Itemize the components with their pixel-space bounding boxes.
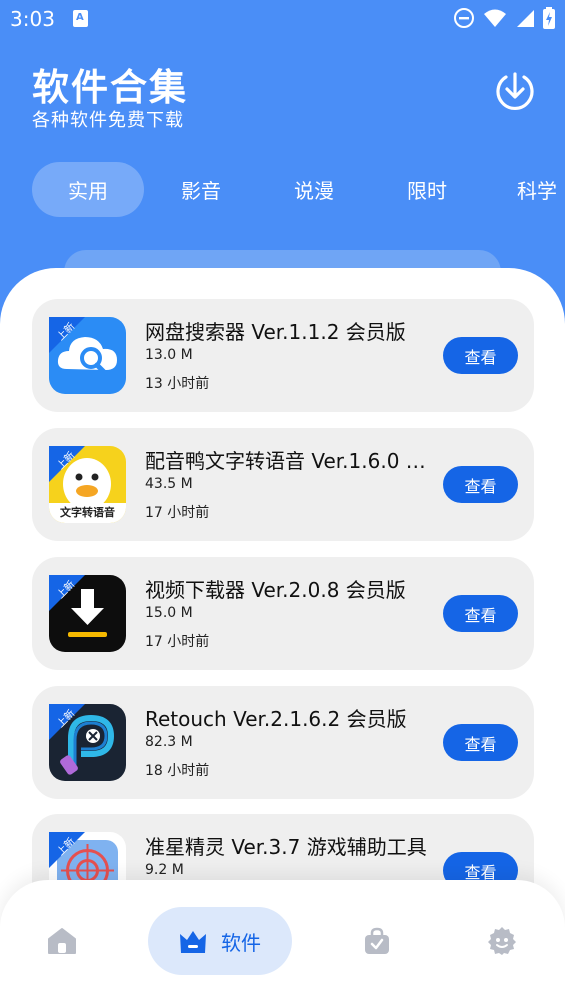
nav-software-label: 软件 xyxy=(221,930,261,955)
signal-icon xyxy=(517,10,534,27)
new-badge-icon: 上新 xyxy=(49,317,85,353)
status-time: 3:03 xyxy=(10,7,55,31)
tab-science[interactable]: 科学 xyxy=(497,162,565,217)
app-updated-time: 17 小时前 xyxy=(145,634,210,650)
battery-icon xyxy=(543,7,555,29)
nav-software[interactable]: 软件 xyxy=(148,907,292,975)
status-bar: 3:03 A xyxy=(0,0,565,38)
app-name: 视频下载器 Ver.2.0.8 会员版 xyxy=(145,578,406,602)
new-badge-icon: 上新 xyxy=(49,704,85,740)
tab-utility[interactable]: 实用 xyxy=(32,162,144,217)
app-updated-time: 17 小时前 xyxy=(145,505,210,521)
app-card[interactable]: 上新 Retouch Ver.2.1.6.2 会员版 82.3 M 18 小时前… xyxy=(32,686,534,799)
icon-caption: 文字转语音 xyxy=(60,506,115,519)
sim-label: A xyxy=(76,12,84,23)
profile-icon xyxy=(488,927,516,955)
app-card[interactable]: 上新 网盘搜索器 Ver.1.1.2 会员版 13.0 M 13 小时前 查看 xyxy=(32,299,534,412)
home-icon xyxy=(48,928,76,954)
app-name: 配音鸭文字转语音 Ver.1.6.0 会员版 xyxy=(145,449,435,473)
app-name: 网盘搜索器 Ver.1.1.2 会员版 xyxy=(145,320,406,344)
new-badge-icon: 上新 xyxy=(49,832,85,868)
crown-icon xyxy=(180,931,206,953)
app-size: 15.0 M xyxy=(145,605,193,621)
status-icons xyxy=(453,7,555,29)
category-tabs: 实用 影音 说漫 限时 科学 xyxy=(0,162,565,217)
page-subtitle: 各种软件免费下载 xyxy=(32,110,184,131)
app-updated-time: 18 小时前 xyxy=(145,763,210,779)
app-updated-time: 13 小时前 xyxy=(145,376,210,392)
new-badge-icon: 上新 xyxy=(49,575,85,611)
app-name: 准星精灵 Ver.3.7 游戏辅助工具 xyxy=(145,835,427,859)
sim-notification-icon: A xyxy=(73,10,88,27)
app-size: 82.3 M xyxy=(145,734,193,750)
nav-store[interactable] xyxy=(345,907,409,975)
app-card[interactable]: 上新 视频下载器 Ver.2.0.8 会员版 15.0 M 17 小时前 查看 xyxy=(32,557,534,670)
download-icon xyxy=(496,72,534,111)
do-not-disturb-icon xyxy=(454,8,474,28)
app-card[interactable]: 文字转语音 上新 配音鸭文字转语音 Ver.1.6.0 会员版 43.5 M 1… xyxy=(32,428,534,541)
view-button[interactable]: 查看 xyxy=(443,595,518,632)
nav-profile[interactable] xyxy=(470,907,534,975)
app-size: 13.0 M xyxy=(145,347,193,363)
tab-media[interactable]: 影音 xyxy=(158,162,244,217)
nav-home[interactable] xyxy=(30,907,94,975)
app-size: 43.5 M xyxy=(145,476,193,492)
view-button[interactable]: 查看 xyxy=(443,724,518,761)
view-button[interactable]: 查看 xyxy=(443,466,518,503)
download-manager-button[interactable] xyxy=(494,70,536,112)
page-title: 软件合集 xyxy=(32,66,188,109)
view-button[interactable]: 查看 xyxy=(443,337,518,374)
app-name: Retouch Ver.2.1.6.2 会员版 xyxy=(145,707,407,731)
app-size: 9.2 M xyxy=(145,862,184,878)
wifi-icon xyxy=(484,9,506,27)
bag-icon xyxy=(365,927,389,954)
bottom-navigation: 软件 xyxy=(0,880,565,1004)
new-badge-icon: 上新 xyxy=(49,446,85,482)
tab-limited[interactable]: 限时 xyxy=(384,162,470,217)
tab-comics[interactable]: 说漫 xyxy=(271,162,357,217)
